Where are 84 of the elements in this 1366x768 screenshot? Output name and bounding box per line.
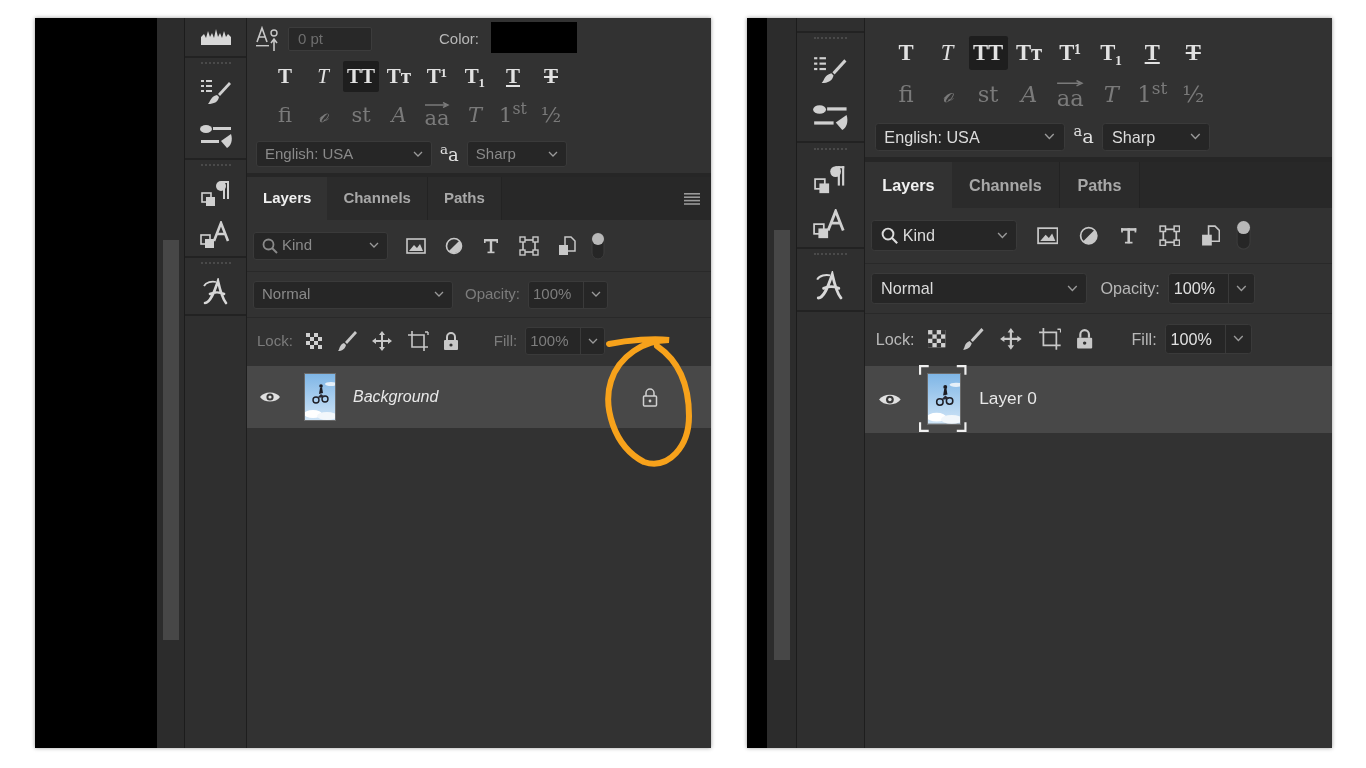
chevron-down-icon xyxy=(413,150,423,158)
artboard-lock-icon[interactable] xyxy=(1037,326,1062,351)
search-icon xyxy=(262,237,278,254)
filter-kind-dropdown[interactable]: Kind xyxy=(871,220,1018,251)
brush-settings-icon[interactable] xyxy=(198,123,233,149)
chevron-down-icon xyxy=(547,150,558,158)
blend-mode-dropdown[interactable]: Normal xyxy=(871,273,1088,304)
paragraph-styles-icon[interactable] xyxy=(200,179,231,207)
type-filter-icon[interactable] xyxy=(482,236,500,255)
type-style-button[interactable]: Tᴛ xyxy=(1009,36,1049,70)
brush-icon[interactable] xyxy=(962,326,984,351)
chevron-down-icon xyxy=(1044,133,1056,141)
type-style-button[interactable]: TT xyxy=(968,36,1008,70)
brush-presets-icon[interactable] xyxy=(199,78,232,106)
brush-settings-icon[interactable] xyxy=(812,103,849,132)
chevron-down-icon xyxy=(434,291,444,298)
antialias-label: $^{a}$a xyxy=(440,140,459,167)
language-dropdown[interactable]: English: USA xyxy=(874,122,1065,151)
smart-object-filter-icon[interactable] xyxy=(1200,224,1221,247)
character-styles-icon[interactable] xyxy=(199,221,232,249)
filter-toggle[interactable] xyxy=(1236,220,1252,251)
glyphs-icon[interactable] xyxy=(201,278,230,306)
opacity-label: Opacity: xyxy=(465,284,521,305)
arrow-icon xyxy=(1056,80,1085,87)
type-style-button[interactable]: T xyxy=(305,61,341,92)
scrollbar-thumb[interactable] xyxy=(773,230,790,660)
adjustment-filter-icon[interactable] xyxy=(1078,225,1099,246)
lock-icon[interactable] xyxy=(442,331,459,351)
layer-name[interactable]: Layer 0 xyxy=(979,386,1037,413)
image-filter-icon[interactable] xyxy=(406,236,426,255)
brush-icon[interactable] xyxy=(336,330,357,352)
type-style-button[interactable]: T₁ xyxy=(1091,36,1131,70)
type-style-button[interactable]: T xyxy=(886,36,926,70)
type-style-button[interactable]: T₁ xyxy=(457,61,493,92)
paragraph-styles-icon[interactable] xyxy=(814,163,847,194)
chevron-down-icon xyxy=(1189,133,1201,141)
filter-toggle[interactable] xyxy=(591,231,605,260)
scrollbar-thumb[interactable] xyxy=(162,240,179,640)
layer-row[interactable]: Background xyxy=(247,366,711,428)
adjustment-filter-icon[interactable] xyxy=(445,236,463,255)
transparency-lock-icon[interactable] xyxy=(927,328,947,349)
type-style-button[interactable]: Tᴛ xyxy=(381,61,417,92)
type-style-button[interactable]: T xyxy=(495,61,531,92)
lock-label: Lock: xyxy=(257,330,293,351)
lock-icon[interactable] xyxy=(1076,327,1094,350)
layer-name[interactable]: Background xyxy=(353,385,439,409)
fill-label: Fill: xyxy=(493,330,518,351)
type-style-button[interactable]: T xyxy=(267,61,303,92)
shape-filter-icon[interactable] xyxy=(519,235,539,256)
panel-tab[interactable]: Layers xyxy=(247,177,328,220)
type-style-button[interactable]: T¹ xyxy=(419,61,455,92)
arrow-icon xyxy=(424,101,450,108)
panel-tab[interactable]: Layers xyxy=(865,161,952,209)
chevron-down-icon xyxy=(1067,284,1078,293)
panel-menu-icon[interactable] xyxy=(684,192,700,205)
scrollbar[interactable] xyxy=(767,18,797,748)
artboard-lock-icon[interactable] xyxy=(406,330,429,352)
histogram-icon[interactable] xyxy=(199,28,232,46)
move-icon[interactable] xyxy=(370,330,393,352)
chevron-down-icon xyxy=(369,242,379,249)
type-style-button[interactable]: T xyxy=(1173,36,1213,70)
scrollbar[interactable] xyxy=(157,18,185,748)
type-style-button[interactable]: T¹ xyxy=(1050,36,1090,70)
type-style-button[interactable]: T xyxy=(927,36,967,70)
layer-row[interactable]: Layer 0 xyxy=(865,365,1332,433)
type-style-button[interactable]: T xyxy=(533,61,569,92)
image-filter-icon[interactable] xyxy=(1036,225,1059,246)
chevron-down-icon xyxy=(996,231,1008,240)
move-icon[interactable] xyxy=(998,326,1023,351)
search-icon xyxy=(881,226,899,245)
smart-object-filter-icon[interactable] xyxy=(558,235,576,256)
antialias-dropdown[interactable]: Sharp xyxy=(1102,122,1211,151)
type-style-button[interactable]: TT xyxy=(343,61,379,92)
visibility-eye-icon[interactable] xyxy=(259,390,281,404)
lock-label: Lock: xyxy=(875,328,915,350)
opacity-label: Opacity: xyxy=(1100,278,1160,300)
type-style-button[interactable]: T xyxy=(1132,36,1172,70)
type-filter-icon[interactable] xyxy=(1118,225,1139,246)
fill-label: Fill: xyxy=(1131,328,1157,350)
shape-filter-icon[interactable] xyxy=(1158,224,1181,247)
brush-presets-icon[interactable] xyxy=(813,54,848,85)
color-swatch[interactable] xyxy=(491,22,577,53)
color-label: Color: xyxy=(439,28,479,49)
antialias-label: $^{a}$a xyxy=(1073,122,1094,151)
